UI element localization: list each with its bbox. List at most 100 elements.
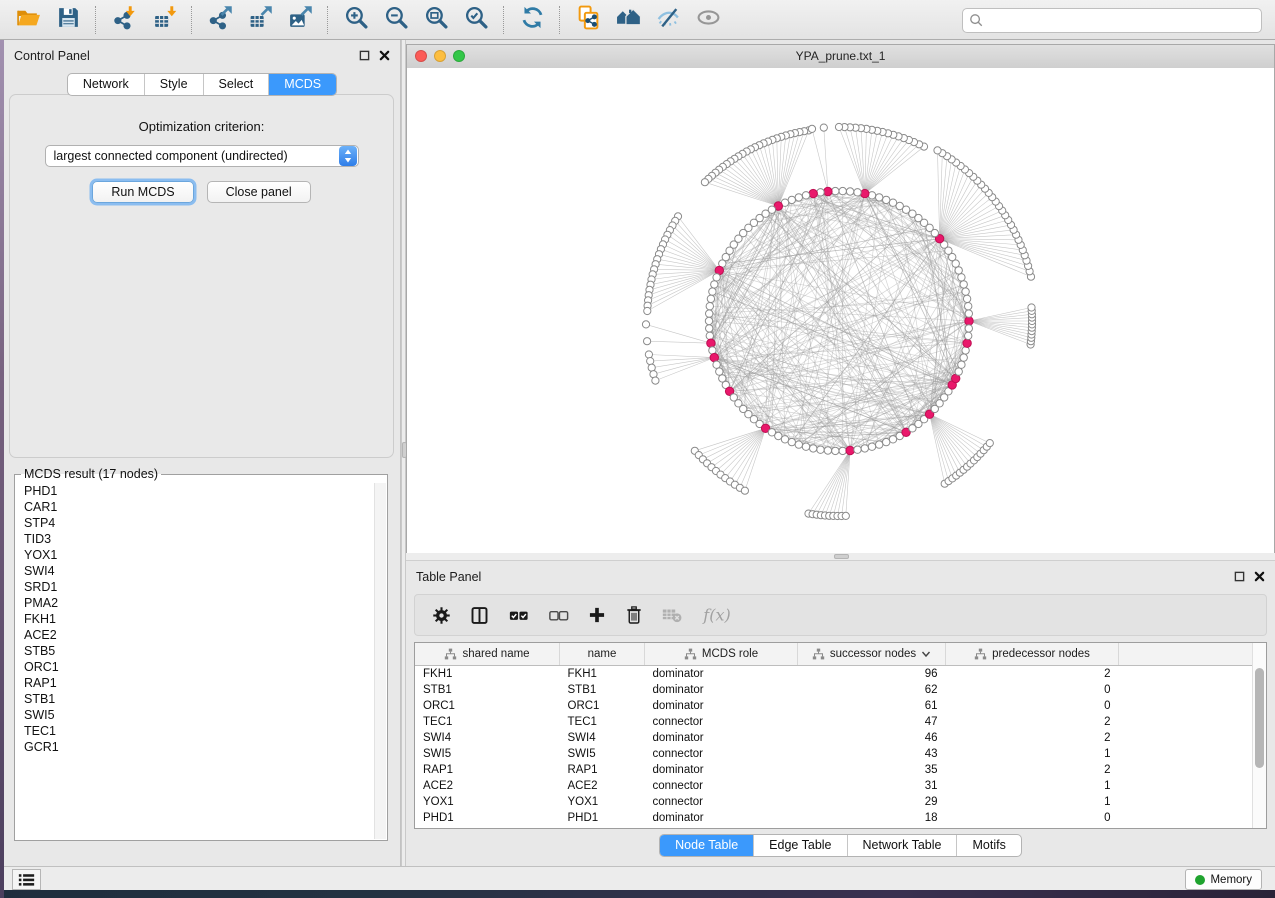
network-graph[interactable]: [407, 68, 1274, 559]
result-node-item[interactable]: FKH1: [24, 611, 375, 627]
cell-name[interactable]: ACE2: [560, 778, 645, 794]
result-node-item[interactable]: GCR1: [24, 739, 375, 755]
new-column-button[interactable]: [587, 605, 607, 625]
column-header-name[interactable]: name: [560, 643, 645, 666]
tab-mcds[interactable]: MCDS: [268, 74, 336, 95]
result-node-item[interactable]: ACE2: [24, 627, 375, 643]
cell-mcds-role[interactable]: dominator: [645, 730, 798, 746]
mcds-result-list[interactable]: PHD1CAR1STP4TID3YOX1SWI4SRD1PMA2FKH1ACE2…: [16, 483, 375, 839]
cell-name[interactable]: STB1: [560, 682, 645, 698]
close-panel-icon[interactable]: [1254, 569, 1265, 587]
result-node-item[interactable]: CAR1: [24, 499, 375, 515]
result-node-item[interactable]: SWI5: [24, 707, 375, 723]
cell-predecessor-nodes[interactable]: 2: [946, 730, 1119, 746]
run-mcds-button[interactable]: Run MCDS: [92, 181, 193, 203]
result-node-item[interactable]: RAP1: [24, 675, 375, 691]
cell-mcds-role[interactable]: connector: [645, 778, 798, 794]
column-header-mcds-role[interactable]: MCDS role: [645, 643, 798, 666]
column-header-shared-name[interactable]: shared name: [415, 643, 560, 666]
select-all-button[interactable]: [507, 604, 530, 627]
tab-motifs[interactable]: Motifs: [956, 835, 1020, 856]
cell-shared-name[interactable]: SWI4: [415, 730, 560, 746]
float-panel-icon[interactable]: [359, 48, 370, 66]
close-window-icon[interactable]: [415, 50, 427, 62]
cell-shared-name[interactable]: TEC1: [415, 714, 560, 730]
tab-select[interactable]: Select: [203, 74, 269, 95]
table-row[interactable]: ACE2ACE2connector311: [415, 778, 1255, 794]
cell-successor-nodes[interactable]: 43: [798, 746, 946, 762]
cell-shared-name[interactable]: FKH1: [415, 666, 560, 683]
divider-grip[interactable]: [834, 554, 849, 559]
result-node-item[interactable]: ORC1: [24, 659, 375, 675]
cell-mcds-role[interactable]: dominator: [645, 682, 798, 698]
cell-predecessor-nodes[interactable]: 1: [946, 778, 1119, 794]
hide-selected-button[interactable]: [648, 3, 688, 37]
cell-name[interactable]: ORC1: [560, 698, 645, 714]
cell-shared-name[interactable]: PHD1: [415, 810, 560, 826]
refresh-layout-button[interactable]: [512, 3, 552, 37]
save-session-button[interactable]: [48, 3, 88, 37]
cell-predecessor-nodes[interactable]: 0: [946, 810, 1119, 826]
horizontal-split-divider[interactable]: [406, 553, 1275, 560]
scrollbar-thumb[interactable]: [1255, 668, 1264, 768]
deselect-all-button[interactable]: [547, 604, 570, 627]
tab-network-table[interactable]: Network Table: [847, 835, 957, 856]
delete-column-button[interactable]: [624, 605, 644, 625]
result-node-item[interactable]: TEC1: [24, 723, 375, 739]
cell-successor-nodes[interactable]: 31: [798, 778, 946, 794]
cell-name[interactable]: SWI5: [560, 746, 645, 762]
network-window-titlebar[interactable]: YPA_prune.txt_1: [407, 45, 1274, 69]
show-all-button[interactable]: [688, 3, 728, 37]
cell-shared-name[interactable]: STB1: [415, 682, 560, 698]
cell-predecessor-nodes[interactable]: 2: [946, 714, 1119, 730]
first-neighbors-button[interactable]: [608, 3, 648, 37]
result-node-item[interactable]: PMA2: [24, 595, 375, 611]
cell-successor-nodes[interactable]: 96: [798, 666, 946, 683]
memory-button[interactable]: Memory: [1185, 869, 1262, 890]
cell-successor-nodes[interactable]: 29: [798, 794, 946, 810]
table-mode-button[interactable]: [431, 605, 452, 626]
cell-name[interactable]: TEC1: [560, 714, 645, 730]
result-node-item[interactable]: STB1: [24, 691, 375, 707]
table-row[interactable]: YOX1YOX1connector291: [415, 794, 1255, 810]
column-header-predecessor-nodes[interactable]: predecessor nodes: [946, 643, 1119, 666]
cell-name[interactable]: FKH1: [560, 666, 645, 683]
cell-name[interactable]: PHD1: [560, 810, 645, 826]
zoom-window-icon[interactable]: [453, 50, 465, 62]
result-node-item[interactable]: SRD1: [24, 579, 375, 595]
zoom-fit-button[interactable]: [416, 3, 456, 37]
open-file-button[interactable]: [8, 3, 48, 37]
export-network-button[interactable]: [200, 3, 240, 37]
cell-shared-name[interactable]: SWI5: [415, 746, 560, 762]
cell-shared-name[interactable]: ORC1: [415, 698, 560, 714]
table-row[interactable]: SWI4SWI4dominator462: [415, 730, 1255, 746]
zoom-out-button[interactable]: [376, 3, 416, 37]
cell-name[interactable]: RAP1: [560, 762, 645, 778]
result-node-item[interactable]: SWI4: [24, 563, 375, 579]
table-row[interactable]: RAP1RAP1dominator352: [415, 762, 1255, 778]
table-row[interactable]: STB1STB1dominator620: [415, 682, 1255, 698]
tab-style[interactable]: Style: [144, 74, 203, 95]
export-image-button[interactable]: [280, 3, 320, 37]
float-panel-icon[interactable]: [1234, 569, 1245, 587]
zoom-in-button[interactable]: [336, 3, 376, 37]
result-node-item[interactable]: YOX1: [24, 547, 375, 563]
tab-network[interactable]: Network: [68, 74, 144, 95]
search-box[interactable]: [962, 8, 1262, 33]
table-row[interactable]: FKH1FKH1dominator962: [415, 666, 1255, 683]
cell-predecessor-nodes[interactable]: 0: [946, 682, 1119, 698]
cell-mcds-role[interactable]: connector: [645, 794, 798, 810]
cell-successor-nodes[interactable]: 35: [798, 762, 946, 778]
cell-predecessor-nodes[interactable]: 2: [946, 666, 1119, 683]
optimization-criterion-select[interactable]: largest connected component (undirected): [45, 145, 359, 167]
cell-shared-name[interactable]: YOX1: [415, 794, 560, 810]
cell-successor-nodes[interactable]: 61: [798, 698, 946, 714]
export-table-button[interactable]: [240, 3, 280, 37]
cell-mcds-role[interactable]: dominator: [645, 810, 798, 826]
cell-predecessor-nodes[interactable]: 2: [946, 762, 1119, 778]
task-history-button[interactable]: [12, 869, 41, 890]
result-node-item[interactable]: PHD1: [24, 483, 375, 499]
tab-edge-table[interactable]: Edge Table: [753, 835, 846, 856]
cell-predecessor-nodes[interactable]: 0: [946, 698, 1119, 714]
column-header-successor-nodes[interactable]: successor nodes: [798, 643, 946, 666]
